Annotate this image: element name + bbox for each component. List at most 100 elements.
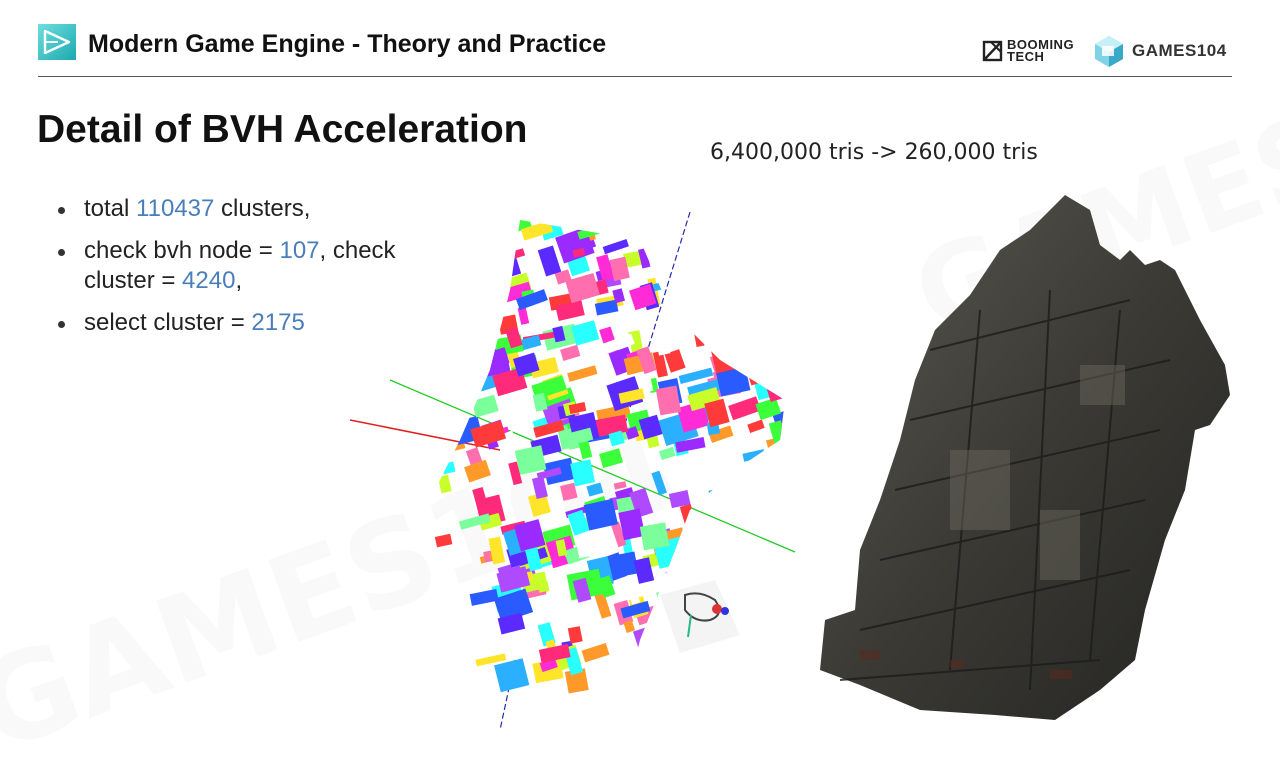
cluster-patch xyxy=(720,231,742,248)
cluster-patch xyxy=(734,200,753,212)
cluster-patch xyxy=(724,489,752,520)
cluster-patch xyxy=(464,460,491,483)
cluster-patch xyxy=(762,200,792,205)
cluster-patch xyxy=(544,203,569,217)
cluster-patch xyxy=(491,200,524,220)
cluster-patch xyxy=(414,298,437,326)
cluster-patch xyxy=(402,200,438,225)
cluster-patch xyxy=(415,200,450,201)
cluster-patch xyxy=(444,357,473,372)
cluster-patch xyxy=(476,331,488,341)
cluster-patch xyxy=(670,200,689,202)
cluster-patch xyxy=(403,312,434,340)
cluster-patch xyxy=(725,529,752,557)
course-title: Modern Game Engine - Theory and Practice xyxy=(88,30,606,59)
cluster-visualization-render xyxy=(340,200,810,740)
cluster-patch xyxy=(749,334,765,362)
cluster-patch xyxy=(723,238,752,255)
cluster-patch xyxy=(442,272,455,285)
cluster-patch xyxy=(742,449,765,462)
cluster-patch xyxy=(599,448,623,468)
triangle-count-caption: 6,400,000 tris -> 260,000 tris xyxy=(710,140,1038,165)
cluster-patch xyxy=(383,222,398,241)
cluster-patch xyxy=(748,249,773,264)
slide-title: Detail of BVH Acceleration xyxy=(37,108,528,152)
cluster-patch xyxy=(684,297,705,322)
cluster-patch xyxy=(756,489,778,513)
cluster-patch xyxy=(684,303,714,324)
cluster-patch xyxy=(457,220,473,245)
cluster-patch xyxy=(562,200,596,207)
cluster-patch xyxy=(560,345,580,361)
cluster-patch xyxy=(455,200,475,210)
cluster-patch xyxy=(762,229,794,253)
cluster-patch xyxy=(399,259,422,275)
cluster-patch xyxy=(441,304,466,327)
cluster-patch xyxy=(604,200,621,210)
cluster-patch xyxy=(631,200,649,210)
cluster-patch xyxy=(782,212,796,238)
cluster-patch xyxy=(709,261,731,291)
cluster-patch xyxy=(494,658,529,692)
cluster-patch xyxy=(419,409,449,423)
games104-cube-icon xyxy=(1092,34,1126,68)
cluster-patch xyxy=(575,534,603,558)
cluster-patch xyxy=(640,522,670,550)
cluster-patch xyxy=(698,214,721,228)
cluster-patch xyxy=(412,264,438,283)
cluster-patch xyxy=(491,638,511,651)
cluster-patch xyxy=(694,333,704,347)
cluster-patch xyxy=(718,519,738,545)
cluster-patch xyxy=(700,536,729,563)
cluster-patch xyxy=(681,525,713,545)
cluster-patch xyxy=(723,322,750,340)
cluster-patch xyxy=(750,323,767,344)
cluster-patch xyxy=(680,504,698,532)
games104-wordmark: GAMES104 xyxy=(1132,41,1227,61)
cluster-patch xyxy=(532,200,547,212)
cluster-patch xyxy=(482,234,499,256)
cluster-patch xyxy=(747,200,769,216)
cluster-patch xyxy=(478,317,495,342)
games104-logo: GAMES104 xyxy=(1092,34,1227,68)
cluster-patch xyxy=(456,332,492,356)
cluster-patch xyxy=(571,320,599,345)
cluster-patch xyxy=(413,293,442,310)
cluster-patch xyxy=(416,260,430,276)
cluster-patch xyxy=(470,589,499,606)
cluster-patch xyxy=(696,280,734,310)
cluster-patch xyxy=(747,602,765,621)
cluster-patch xyxy=(653,277,686,291)
cluster-patch xyxy=(538,246,562,277)
booming-tech-wordmark: BOOMING TECH xyxy=(1007,39,1074,63)
cluster-patch xyxy=(570,459,595,486)
cluster-patch xyxy=(445,200,457,210)
cluster-patch xyxy=(371,217,385,235)
cluster-patch xyxy=(659,447,676,460)
cluster-patch xyxy=(755,617,771,645)
cluster-patch xyxy=(762,596,780,612)
cluster-patch xyxy=(756,302,781,331)
cluster-patch xyxy=(764,372,798,402)
cluster-patch xyxy=(582,643,610,662)
cluster-patch xyxy=(728,396,761,420)
cluster-patch xyxy=(422,305,445,332)
cluster-patch xyxy=(770,214,799,239)
cluster-patch xyxy=(396,355,422,383)
cluster-patch xyxy=(704,259,726,287)
cluster-patch xyxy=(764,235,794,266)
cluster-patch xyxy=(727,471,760,486)
cluster-patch xyxy=(458,232,472,257)
cluster-patch xyxy=(769,522,790,542)
cluster-patch xyxy=(686,513,707,537)
cluster-patch xyxy=(717,237,747,252)
cluster-patch xyxy=(407,208,442,241)
cluster-patch xyxy=(735,223,766,252)
cluster-patch xyxy=(765,594,790,624)
cluster-patch xyxy=(452,263,482,287)
cluster-patch xyxy=(454,264,470,274)
cluster-patch xyxy=(686,252,698,265)
cluster-patch xyxy=(457,332,483,363)
cluster-patch xyxy=(721,244,744,264)
play-triangle-icon xyxy=(38,24,76,60)
